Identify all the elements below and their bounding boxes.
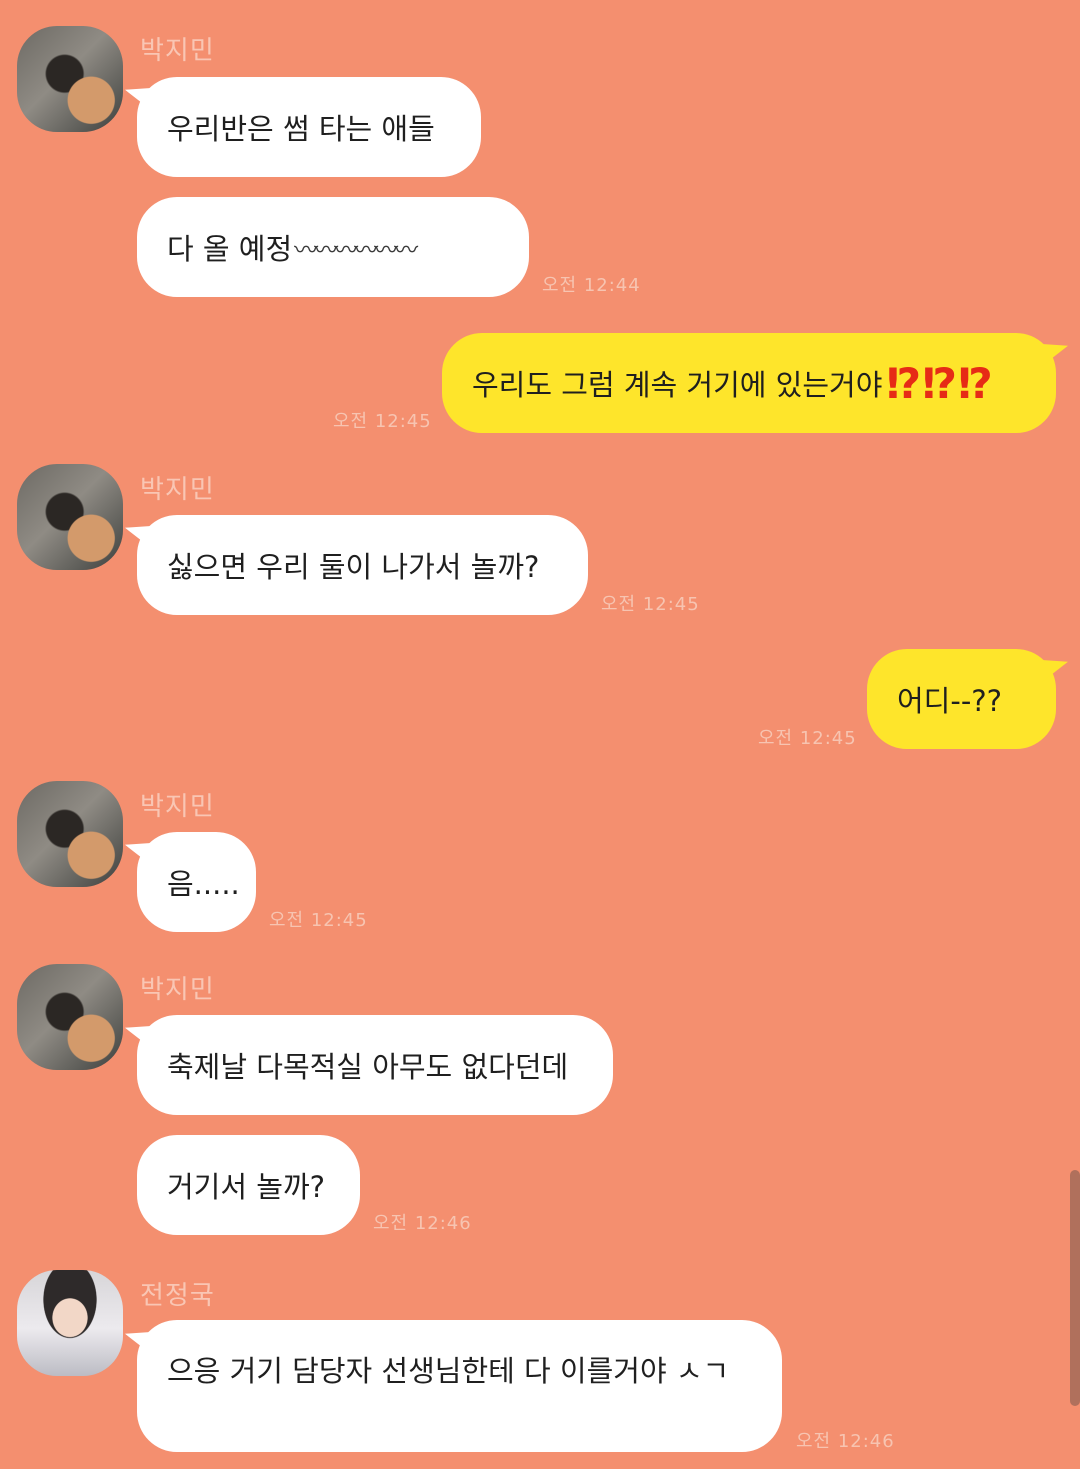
bubble-tail xyxy=(1042,660,1068,682)
message-bubble[interactable]: 축제날 다목적실 아무도 없다던데 xyxy=(137,1015,613,1115)
avatar[interactable] xyxy=(17,26,123,132)
message-text: 음..... xyxy=(167,867,240,901)
message-bubble[interactable]: 우리도 그럼 계속 거기에 있는거야 ⁉⁉⁉ xyxy=(442,333,1056,433)
message-bubble[interactable]: 음..... xyxy=(137,832,256,932)
message-bubble[interactable]: 싫으면 우리 둘이 나가서 놀까? xyxy=(137,515,588,615)
message-text: 싫으면 우리 둘이 나가서 놀까? xyxy=(167,550,540,584)
avatar[interactable] xyxy=(17,964,123,1070)
scrollbar[interactable] xyxy=(1070,1170,1080,1406)
message-text: 축제날 다목적실 아무도 없다던데 xyxy=(167,1050,569,1084)
interrobang-emphasis: ⁉⁉⁉ xyxy=(886,358,994,408)
message-text: 으응 거기 담당자 선생님한테 다 이를거야 ㅅㄱ xyxy=(167,1354,730,1388)
message-time: 오전 12:44 xyxy=(542,275,641,296)
sender-name: 박지민 xyxy=(140,975,215,1005)
avatar[interactable] xyxy=(17,781,123,887)
sender-name: 박지민 xyxy=(140,36,215,66)
message-text: 거기서 놀까? xyxy=(167,1170,326,1204)
chat-area: 박지민 우리반은 썸 타는 애들 다 올 예정 〰〰〰〰〰〰 오전 12:44 … xyxy=(0,0,1080,1469)
message-text: 어디--?? xyxy=(897,684,1003,718)
message-time: 오전 12:45 xyxy=(269,910,368,931)
message-bubble[interactable]: 우리반은 썸 타는 애들 xyxy=(137,77,481,177)
message-text: 우리도 그럼 계속 거기에 있는거야 xyxy=(472,368,883,402)
bubble-tail xyxy=(1042,344,1068,366)
sender-name: 박지민 xyxy=(140,792,215,822)
wavy-decoration: 〰〰〰〰〰〰 xyxy=(294,235,418,264)
message-time: 오전 12:45 xyxy=(333,411,432,432)
sender-name: 박지민 xyxy=(140,475,215,505)
avatar[interactable] xyxy=(17,1270,123,1376)
message-time: 오전 12:45 xyxy=(601,594,700,615)
message-time: 오전 12:45 xyxy=(758,728,857,749)
message-bubble[interactable]: 으응 거기 담당자 선생님한테 다 이를거야 ㅅㄱ xyxy=(137,1320,782,1452)
message-bubble[interactable]: 어디--?? xyxy=(867,649,1056,749)
message-bubble[interactable]: 다 올 예정 〰〰〰〰〰〰 xyxy=(137,197,529,297)
message-text: 우리반은 썸 타는 애들 xyxy=(167,112,435,146)
message-time: 오전 12:46 xyxy=(373,1213,472,1234)
avatar[interactable] xyxy=(17,464,123,570)
message-text: 다 올 예정 xyxy=(167,232,293,266)
message-bubble[interactable]: 거기서 놀까? xyxy=(137,1135,360,1235)
message-time: 오전 12:46 xyxy=(796,1431,895,1452)
sender-name: 전정국 xyxy=(140,1281,215,1311)
